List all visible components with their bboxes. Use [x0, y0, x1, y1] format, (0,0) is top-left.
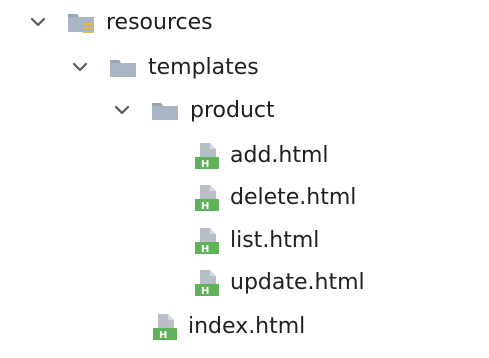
- tree-item-index-html[interactable]: H index.html: [0, 308, 489, 348]
- chevron-down-icon[interactable]: [28, 12, 48, 32]
- tree-item-product[interactable]: product: [0, 92, 489, 132]
- svg-text:H: H: [201, 286, 209, 297]
- tree-item-list-html[interactable]: H list.html: [0, 222, 489, 262]
- tree-item-delete-html[interactable]: H delete.html: [0, 179, 489, 219]
- html-file-icon: H: [192, 183, 222, 213]
- tree-item-templates[interactable]: templates: [0, 49, 489, 89]
- tree-item-label: delete.html: [230, 185, 357, 210]
- tree-item-add-html[interactable]: H add.html: [0, 137, 489, 177]
- svg-text:H: H: [159, 330, 167, 341]
- chevron-down-icon[interactable]: [112, 100, 132, 120]
- tree-item-update-html[interactable]: H update.html: [0, 264, 489, 304]
- chevron-down-icon[interactable]: [70, 57, 90, 77]
- svg-text:H: H: [201, 201, 209, 212]
- folder-icon: [108, 53, 138, 83]
- html-file-icon: H: [192, 226, 222, 256]
- resources-folder-icon: [66, 8, 96, 38]
- tree-item-resources[interactable]: resources: [0, 4, 489, 44]
- html-file-icon: H: [192, 141, 222, 171]
- html-file-icon: H: [192, 268, 222, 298]
- project-tree: resources templates product H add.html H…: [0, 0, 489, 358]
- html-file-icon: H: [150, 312, 180, 342]
- tree-item-label: add.html: [230, 143, 329, 168]
- svg-text:H: H: [201, 159, 209, 170]
- tree-item-label: list.html: [230, 228, 320, 253]
- folder-icon: [150, 96, 180, 126]
- tree-item-label: index.html: [188, 314, 306, 339]
- svg-text:H: H: [201, 244, 209, 255]
- tree-item-label: product: [190, 98, 275, 123]
- tree-item-label: update.html: [230, 270, 365, 295]
- tree-item-label: resources: [106, 10, 213, 35]
- tree-item-label: templates: [148, 55, 259, 80]
